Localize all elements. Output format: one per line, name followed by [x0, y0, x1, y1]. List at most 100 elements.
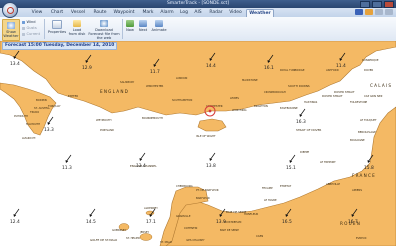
weather-icon: [7, 22, 15, 29]
place-label: LEWES: [230, 96, 239, 100]
place-label: LE TREPORT: [320, 160, 336, 164]
isle-of-wight: [197, 118, 227, 132]
wind-speed-label: 17.1: [146, 219, 156, 225]
next-label: Next: [138, 28, 148, 32]
close-button[interactable]: [384, 1, 394, 8]
wind-speed-label: 15.8: [364, 165, 374, 171]
place-label: HASTINGS: [304, 100, 318, 104]
sea-label: STRAIT OF DOVER: [296, 128, 321, 132]
place-label: PORTLAND: [100, 128, 114, 132]
place-label: OUISTREHAM: [224, 220, 241, 224]
place-label: FOLKESTONE: [350, 100, 368, 104]
animate-icon: [155, 20, 163, 27]
place-label: LONDON: [176, 76, 187, 80]
sea-label: GOLFE DE ST-MALO: [90, 238, 118, 242]
place-label: JERSEY: [139, 230, 149, 234]
place-label: ISLE OF WIGHT: [196, 134, 216, 138]
wind-speed-label: 14.5: [86, 219, 96, 225]
tab-log[interactable]: Log: [178, 9, 190, 17]
tab-waypoint[interactable]: Waypoint: [111, 9, 137, 17]
tab-mark[interactable]: Mark: [140, 9, 156, 17]
current-toggle[interactable]: Current: [22, 32, 40, 36]
wind-arrow: 13.8: [206, 152, 216, 169]
place-label: LIZARD PT.: [22, 136, 36, 140]
chart-canvas[interactable]: ENGLAND FRANCE CALAIS SOUTH DOWNS DOVER …: [0, 41, 396, 246]
region-label: CALAIS: [370, 83, 392, 88]
wind-speed-label: 11.7: [150, 69, 160, 75]
warning-icon[interactable]: [365, 9, 373, 15]
place-label: CHERBOURG: [176, 184, 193, 188]
tab-chart[interactable]: Chart: [48, 9, 66, 17]
maximize-button[interactable]: [372, 1, 382, 8]
place-label: ETRETAT: [280, 184, 292, 188]
wind-arrow: 12.4: [10, 208, 20, 225]
wind-speed-label: 13.3: [44, 127, 54, 133]
tab-vessel[interactable]: Vessel: [68, 9, 88, 17]
minimize-button[interactable]: [360, 1, 370, 8]
tab-route[interactable]: Route: [91, 9, 109, 17]
wind-arrow: 15.1: [286, 154, 296, 171]
place-label: BODMIN: [36, 98, 47, 102]
place-label: EXETER: [68, 94, 78, 98]
wind-speed-label: 16.5: [282, 219, 292, 225]
app-logo-icon: [6, 6, 14, 14]
help-icon[interactable]: [355, 9, 363, 15]
now-button[interactable]: Now: [124, 20, 136, 32]
wind-arrow: 11.3: [62, 154, 72, 171]
tab-radar[interactable]: Radar: [207, 9, 225, 17]
tab-ais[interactable]: AIS: [192, 9, 204, 17]
weather-ribbon: Show Weather Wind Gusts Current Properti…: [0, 17, 396, 42]
place-label: DUNKERQUE: [362, 58, 379, 62]
gusts-toggle[interactable]: Gusts: [22, 26, 37, 30]
load-from-disk-button[interactable]: Load from disk: [68, 20, 86, 36]
place-label: CAP GRIS NEZ: [364, 94, 383, 98]
england-landmass: [0, 41, 396, 116]
vessel-dot: [208, 109, 212, 113]
place-label: ALDERNEY: [144, 206, 158, 210]
place-label: ABBEVILLE: [326, 182, 340, 186]
tab-video[interactable]: Video: [227, 9, 244, 17]
forecast-time-label: Forecast 15:00 Tuesday, December 14, 201…: [2, 42, 118, 50]
place-label: PT. DE BARFLEUR: [196, 188, 219, 192]
place-label: CROWBOROUGH: [264, 90, 286, 94]
app-menu-button[interactable]: [2, 2, 18, 18]
wind-speed-label: 14.4: [206, 63, 216, 69]
wind-speed-label: 12.9: [82, 65, 92, 71]
properties-label: Properties: [47, 30, 67, 34]
place-label: SALISBURY: [120, 80, 135, 84]
properties-button[interactable]: Properties: [47, 20, 67, 34]
clock-icon: [126, 20, 134, 27]
place-label: GRANVILLE: [176, 214, 191, 218]
gusts-label: Gusts: [26, 26, 37, 30]
chart-view[interactable]: Forecast 15:00 Tuesday, December 14, 201…: [0, 41, 396, 246]
ribbon-separator: [44, 19, 45, 39]
tab-alarm[interactable]: Alarm: [158, 9, 176, 17]
wind-speed-label: 13.9: [216, 219, 226, 225]
place-label: BERCK-PLAGE: [358, 130, 376, 134]
download-forecast-button[interactable]: Download Forecast file from the web: [87, 20, 121, 40]
place-label: AMIENS: [352, 188, 362, 192]
place-label: ST. MALO: [160, 240, 172, 244]
next-button[interactable]: Next: [137, 20, 149, 32]
place-label: BAIE DE SEINE: [220, 228, 239, 232]
place-label: COTENTIN: [184, 226, 197, 230]
animate-button[interactable]: Animate: [150, 20, 168, 32]
wind-toggle[interactable]: Wind: [22, 20, 36, 24]
settings-icon[interactable]: [375, 9, 383, 15]
place-label: ROYAL TUNBRIDGE: [280, 68, 305, 72]
gusts-icon: [22, 26, 25, 30]
place-label: BRIGHTON: [254, 104, 268, 108]
next-icon: [139, 20, 147, 27]
window-icon[interactable]: [385, 9, 393, 15]
wind-arrow: 13.4: [136, 152, 146, 169]
wind-icon: [22, 20, 25, 24]
show-weather-button[interactable]: Show Weather: [2, 19, 20, 41]
wind-arrow: 16.3: [296, 108, 306, 125]
folder-icon: [73, 20, 81, 27]
place-label: BOURNEMOUTH: [142, 116, 163, 120]
current-label: Current: [26, 32, 41, 36]
sea-label: DOVER STRAIT: [322, 94, 343, 98]
window-title: SmarterTrack - [SONDE.sct]: [166, 1, 230, 6]
tab-view[interactable]: View: [28, 9, 46, 17]
wind-label: Wind: [26, 20, 36, 24]
